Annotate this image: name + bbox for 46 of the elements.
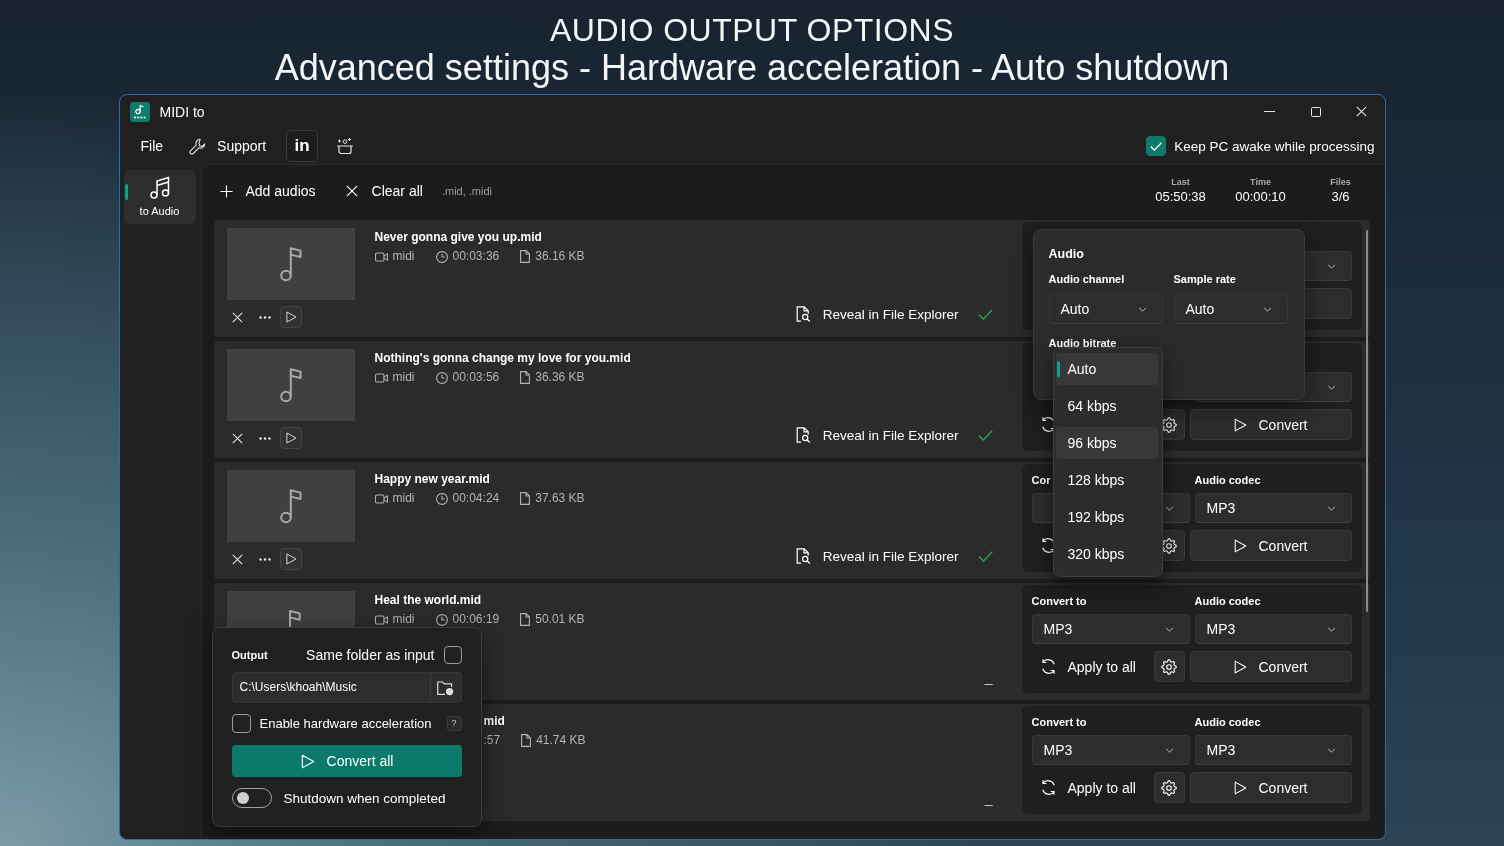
file-size: 36.16 KB bbox=[535, 250, 585, 263]
file-name: Nothing's gonna change my love for you.mid bbox=[374, 350, 631, 366]
field-label: Cor bbox=[1031, 473, 1051, 487]
field-label: Sample rate bbox=[1173, 272, 1236, 286]
checkbox-label: Keep PC awake while processing bbox=[1174, 138, 1375, 154]
section-label: Output bbox=[231, 648, 268, 662]
stat-label: Files bbox=[1330, 176, 1351, 188]
file-type: midi bbox=[392, 613, 415, 626]
file-duration: 00:06:19 bbox=[452, 613, 500, 626]
file-name: mid bbox=[483, 713, 505, 729]
stat-label: Last bbox=[1171, 176, 1190, 188]
file-duration: :57 bbox=[483, 734, 501, 747]
file-duration: 00:04:24 bbox=[452, 492, 500, 505]
field-label: Convert to bbox=[1031, 594, 1087, 608]
field-label: Audio channel bbox=[1048, 272, 1125, 286]
field-label: Audio bitrate bbox=[1048, 336, 1117, 350]
file-name: Happy new year.mid bbox=[374, 471, 490, 487]
status-text: _ bbox=[984, 790, 993, 806]
checkbox-label: Enable hardware acceleration bbox=[259, 715, 432, 731]
dialog-title: Audio bbox=[1048, 246, 1084, 262]
field-label: Audio codec bbox=[1194, 715, 1261, 729]
headline: AUDIO OUTPUT OPTIONS bbox=[549, 11, 955, 49]
checkbox-label: Same folder as input bbox=[306, 647, 435, 663]
field-label: Audio codec bbox=[1194, 473, 1261, 487]
file-type: midi bbox=[392, 492, 415, 505]
stat-value: 05:50:38 bbox=[1155, 189, 1206, 205]
file-duration: 00:03:56 bbox=[452, 371, 500, 384]
stat-label: Time bbox=[1250, 176, 1271, 188]
window-title: MIDI to bbox=[159, 103, 205, 120]
file-size: 41.74 KB bbox=[536, 734, 586, 747]
file-size: 36.36 KB bbox=[535, 371, 585, 384]
field-label: Convert to bbox=[1031, 715, 1087, 729]
file-name: Never gonna give you up.mid bbox=[374, 229, 542, 245]
file-extensions-text: .mid, .midi bbox=[441, 185, 493, 197]
file-size: 37.63 KB bbox=[535, 492, 585, 505]
file-name: Heal the world.mid bbox=[374, 592, 482, 608]
stat-value: 3/6 bbox=[1331, 189, 1350, 205]
file-type: midi bbox=[392, 371, 415, 384]
file-duration: 00:03:36 bbox=[452, 250, 500, 263]
toggle-label: Shutdown when completed bbox=[283, 790, 446, 806]
subheadline: Advanced settings - Hardware acceleration - Auto shutdown bbox=[274, 49, 1230, 87]
file-type: midi bbox=[392, 250, 415, 263]
stat-value: 00:00:10 bbox=[1235, 189, 1286, 205]
status-text: _ bbox=[984, 669, 993, 685]
field-label: Audio codec bbox=[1194, 594, 1261, 608]
file-size: 50.01 KB bbox=[535, 613, 585, 626]
